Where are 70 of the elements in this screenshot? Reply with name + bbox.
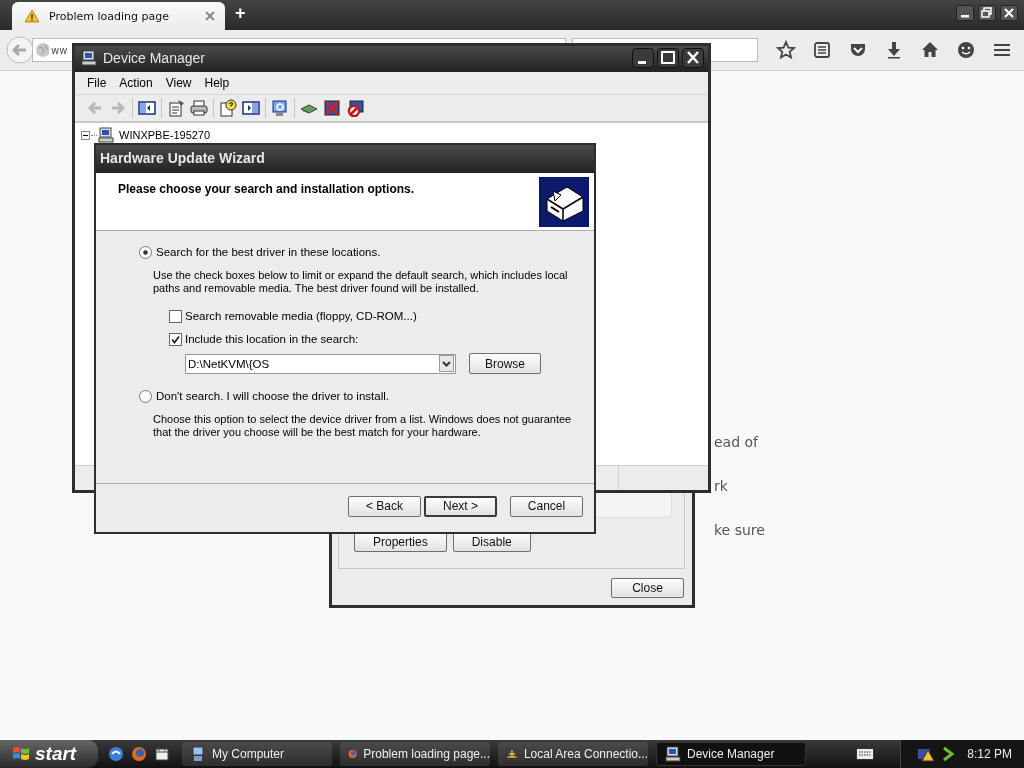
dialog-button[interactable]: Disable [452, 532, 531, 552]
checkbox-label[interactable]: Search removable media (floppy, CD-ROM...) [185, 310, 417, 322]
taskbar-button[interactable]: My Computer [182, 742, 332, 766]
close-button[interactable]: Close [611, 578, 684, 598]
firefox-icon[interactable] [131, 746, 147, 762]
close-button[interactable] [682, 48, 704, 68]
window-title: Hardware Update Wizard [100, 150, 265, 166]
properties-icon[interactable] [167, 99, 185, 117]
wizard-button[interactable]: < Back [348, 495, 421, 517]
close-icon[interactable] [1000, 5, 1018, 21]
radio-button[interactable] [139, 389, 152, 403]
monitor-icon[interactable] [271, 99, 289, 117]
printer-icon[interactable] [190, 99, 208, 117]
hardware-icon [539, 177, 589, 227]
start-button[interactable]: start [0, 740, 98, 768]
warning-icon[interactable] [917, 746, 936, 762]
browser-tab[interactable]: Problem loading page [12, 2, 225, 30]
page-text: ead of [714, 434, 760, 452]
keyboard-icon[interactable] [856, 748, 875, 760]
radio-button[interactable] [139, 245, 152, 259]
wizard-button[interactable]: Next > [424, 495, 497, 517]
checkbox[interactable] [169, 309, 182, 323]
monitor-blocked-icon[interactable] [346, 99, 364, 117]
computer-icon [190, 746, 206, 762]
page-text: rk [714, 478, 729, 496]
dialog-button[interactable]: Properties [354, 532, 447, 552]
wizard-heading: Please choose your search and installation options. [118, 181, 415, 196]
radio-label[interactable]: Don't search. I will choose the driver to install. [156, 390, 389, 402]
clock: 8:12 PM [967, 747, 1012, 761]
pane-icon[interactable] [242, 99, 260, 117]
menu-item[interactable]: View [161, 76, 201, 90]
new-tab-button[interactable]: + [225, 2, 256, 28]
calendar-icon[interactable] [154, 746, 170, 762]
taskbar-button[interactable]: Problem loading page... [340, 742, 490, 766]
help-icon[interactable] [219, 99, 237, 117]
taskbar-button[interactable]: Device Manager [656, 742, 806, 766]
browser-icon[interactable] [108, 746, 124, 762]
menu-item[interactable]: Action [115, 76, 162, 90]
home-icon[interactable] [920, 40, 940, 60]
path-combo-box[interactable]: D:\NetKVM\{OS [185, 353, 456, 374]
option-description: Use the check boxes below to limit or expand the default search, which includes local paths and removable media. The best driver found will be installed. [153, 269, 569, 295]
window-title: Device Manager [103, 50, 205, 66]
windows-logo-icon [12, 745, 30, 763]
pane-icon[interactable] [138, 99, 156, 117]
taskbar-button[interactable]: Local Area Connectio... [498, 742, 648, 766]
wizard-button[interactable]: Cancel [510, 495, 583, 517]
minimize-icon[interactable] [956, 5, 974, 21]
reading-list-icon[interactable] [812, 40, 832, 60]
browse-button[interactable]: Browse [469, 353, 541, 374]
maximize-button[interactable] [657, 48, 679, 68]
tree-item[interactable]: WINXPBE-195270 [119, 129, 211, 141]
monitor-x-icon[interactable] [323, 99, 341, 117]
menu-item[interactable]: Help [200, 76, 239, 90]
restore-icon[interactable] [978, 5, 996, 21]
minimize-button[interactable] [632, 48, 654, 68]
expander-icon[interactable] [81, 130, 90, 140]
globe-icon [35, 42, 49, 58]
warning-icon [24, 9, 40, 23]
smiley-icon[interactable] [956, 40, 976, 60]
page-text: ke sure [714, 522, 766, 540]
tab-title: Problem loading page [49, 9, 170, 23]
computer-icon [98, 127, 114, 143]
computer-icon [81, 50, 97, 66]
menu-item[interactable]: File [83, 76, 116, 90]
checkbox-label[interactable]: Include this location in the search: [185, 333, 359, 345]
checkbox[interactable] [169, 332, 182, 346]
radio-label[interactable]: Search for the best driver in these locations. [156, 246, 381, 258]
computer-icon [665, 746, 681, 762]
option-description: Choose this option to select the device driver from a list. Windows does not guarantee that the driver you choose will be the best match for your hardware. [153, 413, 573, 439]
bookmark-star-icon[interactable] [776, 40, 796, 60]
